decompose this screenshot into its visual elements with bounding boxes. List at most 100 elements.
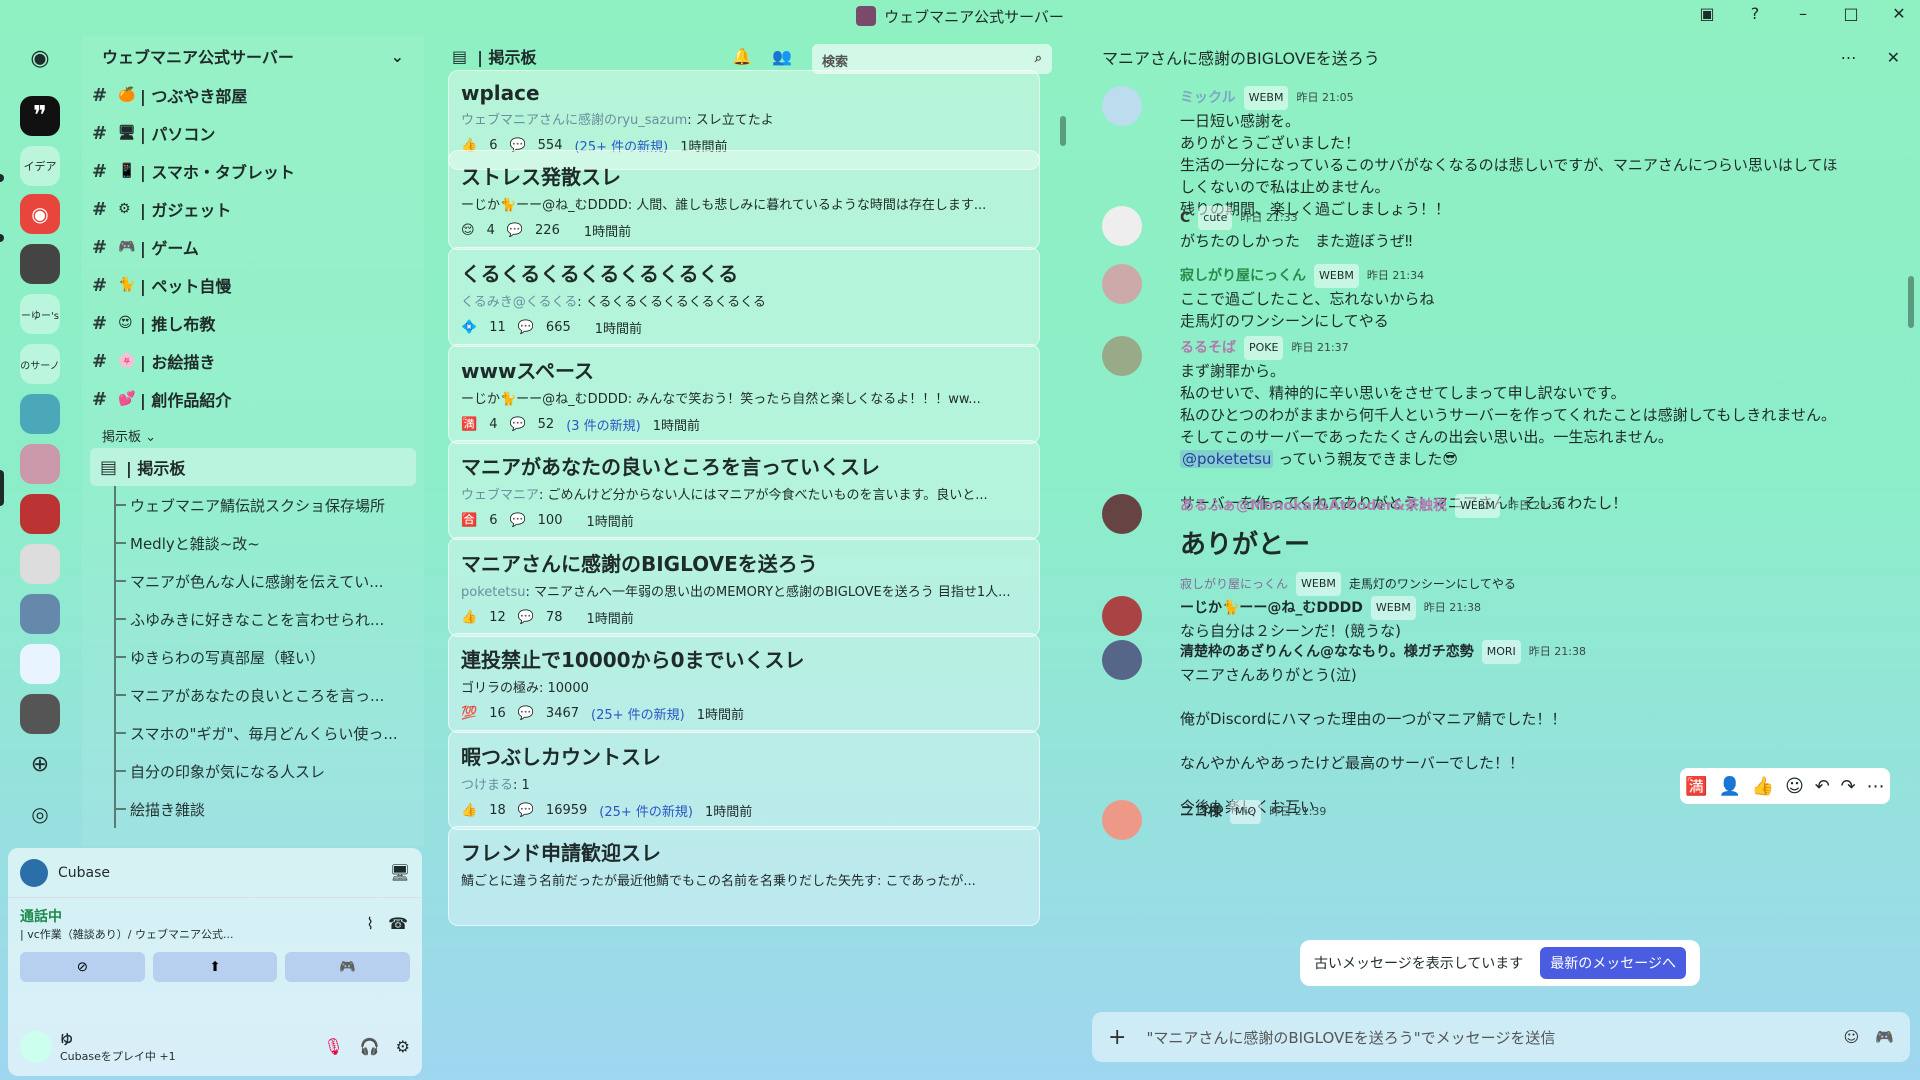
- reaction-emoji[interactable]: 👍: [461, 610, 477, 625]
- forum-post[interactable]: 連投禁止で10000から0までいくスレ ゴリラの極み: 10000 💯 16 💬 3467…: [448, 633, 1040, 733]
- messages-scrollbar[interactable]: [1908, 276, 1914, 328]
- forum-post[interactable]: フレンド申請歓迎スレ 鯖ごとに違う名前だったが最近他鯖でもこの名前を名乗りだした矢…: [448, 826, 1040, 926]
- reaction-emoji[interactable]: 💠: [461, 320, 477, 335]
- thread-item[interactable]: スマホの"ギガ"、毎月どんくらい使っ...: [82, 714, 424, 752]
- channel-item[interactable]: # 🎮 | ゲーム: [82, 228, 424, 266]
- camera-off-button[interactable]: ⊘: [20, 952, 145, 982]
- username[interactable]: 清楚枠のあざりんくん@ななもり。様ガチ恋勢: [1180, 641, 1474, 663]
- close-window-button[interactable]: ✕: [1888, 4, 1910, 23]
- server-text-b[interactable]: のサーノ: [20, 344, 60, 384]
- discover-icon[interactable]: ◎: [20, 794, 60, 834]
- close-icon[interactable]: ✕: [1887, 48, 1900, 67]
- reaction-icon-a[interactable]: 🈵: [1685, 776, 1707, 797]
- channel-item[interactable]: # 🍊 | つぶやき部屋: [82, 76, 424, 114]
- username[interactable]: ニコ様: [1180, 801, 1222, 823]
- more-icon[interactable]: ⋯: [1841, 48, 1857, 67]
- thread-item[interactable]: 絵描き雑談: [82, 790, 424, 828]
- avatar[interactable]: [1102, 336, 1142, 376]
- thread-item[interactable]: 自分の印象が気になる人スレ: [82, 752, 424, 790]
- server-avatar-light[interactable]: [20, 544, 60, 584]
- username[interactable]: 寂しがり屋にっくん: [1180, 265, 1306, 287]
- headphones-icon[interactable]: 🎧: [360, 1037, 380, 1056]
- thread-item[interactable]: ゆきらわの写真部屋（軽い）: [82, 638, 424, 676]
- forum-post[interactable]: 暇つぶしカウントスレ つけまる: 1 👍 18 💬 16959 (25+ 件の新規) 1時間前: [448, 730, 1040, 830]
- username[interactable]: C: [1180, 207, 1190, 229]
- inbox-icon[interactable]: ▣: [1696, 4, 1718, 23]
- bell-icon[interactable]: 🔔: [732, 47, 752, 66]
- avatar[interactable]: [1102, 640, 1142, 680]
- gamepad-icon[interactable]: 🎮: [1875, 1028, 1894, 1046]
- forum-post[interactable]: マニアさんに感謝のBIGLOVEを送ろう poketetsu: マニアさんへ一年弱…: [448, 537, 1040, 637]
- share-screen-button[interactable]: ⬆: [152, 952, 278, 982]
- channel-item[interactable]: # 🐈 | ペット自慢: [82, 266, 424, 304]
- avatar[interactable]: [1102, 596, 1142, 636]
- avatar[interactable]: [1102, 494, 1142, 534]
- reaction-emoji[interactable]: 😌: [461, 223, 475, 238]
- username[interactable]: あるふぁ@Monokai&AtCoder&茶触税: [1180, 495, 1447, 517]
- screen-icon[interactable]: 🖥: [390, 863, 410, 882]
- channel-item[interactable]: # ⚙ | ガジェット: [82, 190, 424, 228]
- add-server-icon[interactable]: ⊕: [20, 744, 60, 784]
- server-text-a[interactable]: ーゆー's: [20, 294, 60, 334]
- reply-preview[interactable]: 寂しがり屋にっくん WEBM 走馬灯のワンシーンにしてやる: [1180, 572, 1902, 596]
- channel-item[interactable]: # 💕 | 創作品紹介: [82, 380, 424, 418]
- server-avatar-red[interactable]: [20, 494, 60, 534]
- forum-post[interactable]: wwwスペース ーじか🐈ーー@ね_むDDDD: みんなで笑おう！笑ったら自然と楽し…: [448, 344, 1040, 444]
- reaction-emoji[interactable]: 💯: [461, 706, 477, 721]
- channel-item[interactable]: # 🖥 | パソコン: [82, 114, 424, 152]
- help-icon[interactable]: ?: [1744, 4, 1766, 23]
- disconnect-icon[interactable]: ☎: [388, 914, 408, 933]
- server-discord-red-icon[interactable]: ◉: [20, 194, 60, 234]
- reaction-emoji[interactable]: 🈵: [461, 417, 477, 432]
- thread-item[interactable]: Medlyと雑談~改~: [82, 524, 424, 562]
- discord-home-icon[interactable]: ◉: [20, 38, 60, 78]
- server-idea[interactable]: イデア: [20, 146, 60, 186]
- category-forum[interactable]: 掲示板 ⌄: [82, 418, 424, 448]
- forum-scrollbar[interactable]: [1060, 116, 1066, 146]
- reaction-emoji[interactable]: 🈴: [461, 513, 477, 528]
- server-avatar-white[interactable]: [20, 644, 60, 684]
- avatar[interactable]: [1102, 86, 1142, 126]
- emoji-icon[interactable]: ☺: [1844, 1028, 1860, 1046]
- chevron-down-icon[interactable]: ⌄: [391, 47, 404, 66]
- server-header[interactable]: ウェブマニア公式サーバー ⌄: [82, 36, 424, 76]
- avatar[interactable]: [1102, 264, 1142, 304]
- thread-item[interactable]: ウェブマニア鯖伝説スクショ保存場所: [82, 486, 424, 524]
- thread-item[interactable]: マニアが色んな人に感謝を伝えてい...: [82, 562, 424, 600]
- thread-item[interactable]: ふゆみきに好きなことを言わせられ...: [82, 600, 424, 638]
- settings-gear-icon[interactable]: ⚙: [396, 1037, 410, 1056]
- avatar[interactable]: [1102, 800, 1142, 840]
- forum-post[interactable]: ストレス発散スレ ーじか🐈ーー@ね_むDDDD: 人間、誰しも悲しみに暮れているよ…: [448, 150, 1040, 250]
- reaction-icon-b[interactable]: 👤: [1719, 776, 1741, 797]
- forum-post[interactable]: マニアがあなたの良いところを言っていくスレ ウェブマニア: ごめんけど分からない人…: [448, 440, 1040, 540]
- reply-icon[interactable]: ↶: [1815, 776, 1830, 797]
- members-icon[interactable]: 👥: [772, 47, 792, 66]
- channel-item[interactable]: # 🌸 | お絵描き: [82, 342, 424, 380]
- avatar[interactable]: [1102, 206, 1142, 246]
- server-quote-icon[interactable]: ❞: [20, 96, 60, 136]
- server-avatar-glasses[interactable]: [20, 694, 60, 734]
- avatar[interactable]: [20, 1030, 52, 1063]
- channel-item[interactable]: # 📱 | スマホ・タブレット: [82, 152, 424, 190]
- minimize-button[interactable]: –: [1792, 4, 1814, 23]
- noise-suppression-icon[interactable]: ⌇: [366, 914, 374, 933]
- username[interactable]: ミックル: [1180, 87, 1236, 109]
- user-mention[interactable]: @poketetsu: [1180, 450, 1274, 468]
- thread-item[interactable]: マニアがあなたの良いところを言っ...: [82, 676, 424, 714]
- activity-button[interactable]: 🎮: [285, 952, 411, 982]
- message-composer[interactable]: + "マニアさんに感謝のBIGLOVEを送ろう"でメッセージを送信 ☺ 🎮: [1092, 1012, 1910, 1062]
- forum-post[interactable]: くるくるくるくるくるくるくる くるみき@くるくる: くるくるくるくるくるくるくる 💠…: [448, 247, 1040, 347]
- server-avatar-dark[interactable]: [20, 244, 60, 284]
- add-reaction-icon[interactable]: ☺: [1785, 776, 1804, 797]
- add-attachment-icon[interactable]: +: [1108, 1025, 1126, 1050]
- forward-icon[interactable]: ↷: [1841, 776, 1856, 797]
- username[interactable]: るるそば: [1180, 337, 1236, 359]
- call-channel[interactable]: | vc作業（雑談あり）/ ウェブマニア公式...: [20, 926, 320, 942]
- maximize-button[interactable]: □: [1840, 4, 1862, 23]
- reaction-emoji[interactable]: 👍: [461, 803, 477, 818]
- server-avatar-blue[interactable]: [20, 594, 60, 634]
- channel-forum-active[interactable]: ▤ | 掲示板: [90, 448, 416, 486]
- mic-muted-icon[interactable]: 🎙: [323, 1037, 343, 1056]
- more-options-icon[interactable]: ⋯: [1867, 776, 1885, 797]
- channel-item[interactable]: # 😍 | 推し布教: [82, 304, 424, 342]
